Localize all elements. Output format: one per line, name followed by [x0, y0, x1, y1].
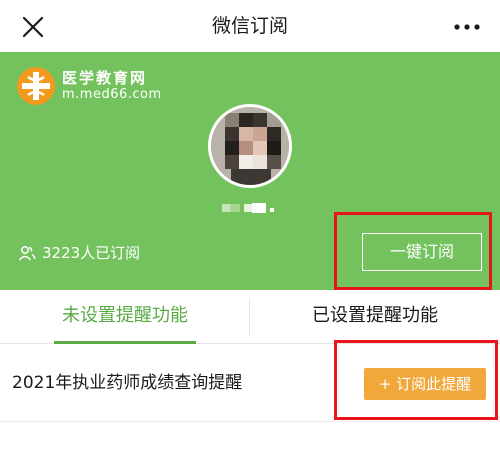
- account-name-blurred: [222, 203, 274, 213]
- page-title: 微信订阅: [211, 15, 288, 37]
- close-icon[interactable]: [20, 14, 46, 40]
- brand-logo: 医学教育网 m.med66.com: [16, 66, 162, 106]
- logo-mark-icon: [17, 67, 55, 105]
- logo-url: m.med66.com: [62, 87, 162, 102]
- list-item: 2021年执业药师成绩查询提醒 + 订阅此提醒: [0, 344, 500, 422]
- reminder-title: 2021年执业药师成绩查询提醒: [12, 373, 243, 393]
- tab-set-reminders[interactable]: 已设置提醒功能: [250, 290, 500, 344]
- subscriber-count: 3223人已订阅: [18, 242, 140, 263]
- logo-name: 医学教育网: [62, 69, 148, 87]
- tab-unset-reminders[interactable]: 未设置提醒功能: [0, 290, 250, 344]
- subscriber-count-label: 3223人已订阅: [42, 244, 141, 262]
- top-bar: 微信订阅: [0, 0, 500, 52]
- subscribe-all-button[interactable]: 一键订阅: [362, 233, 482, 271]
- account-banner: 医学教育网 m.med66.com 3223人已订阅 一键订阅: [0, 52, 500, 290]
- reminder-tabs: 未设置提醒功能 已设置提醒功能: [0, 290, 500, 344]
- users-icon: [18, 245, 36, 260]
- subscribe-reminder-button[interactable]: + 订阅此提醒: [364, 368, 486, 400]
- avatar: [208, 104, 292, 188]
- more-icon[interactable]: [452, 16, 482, 38]
